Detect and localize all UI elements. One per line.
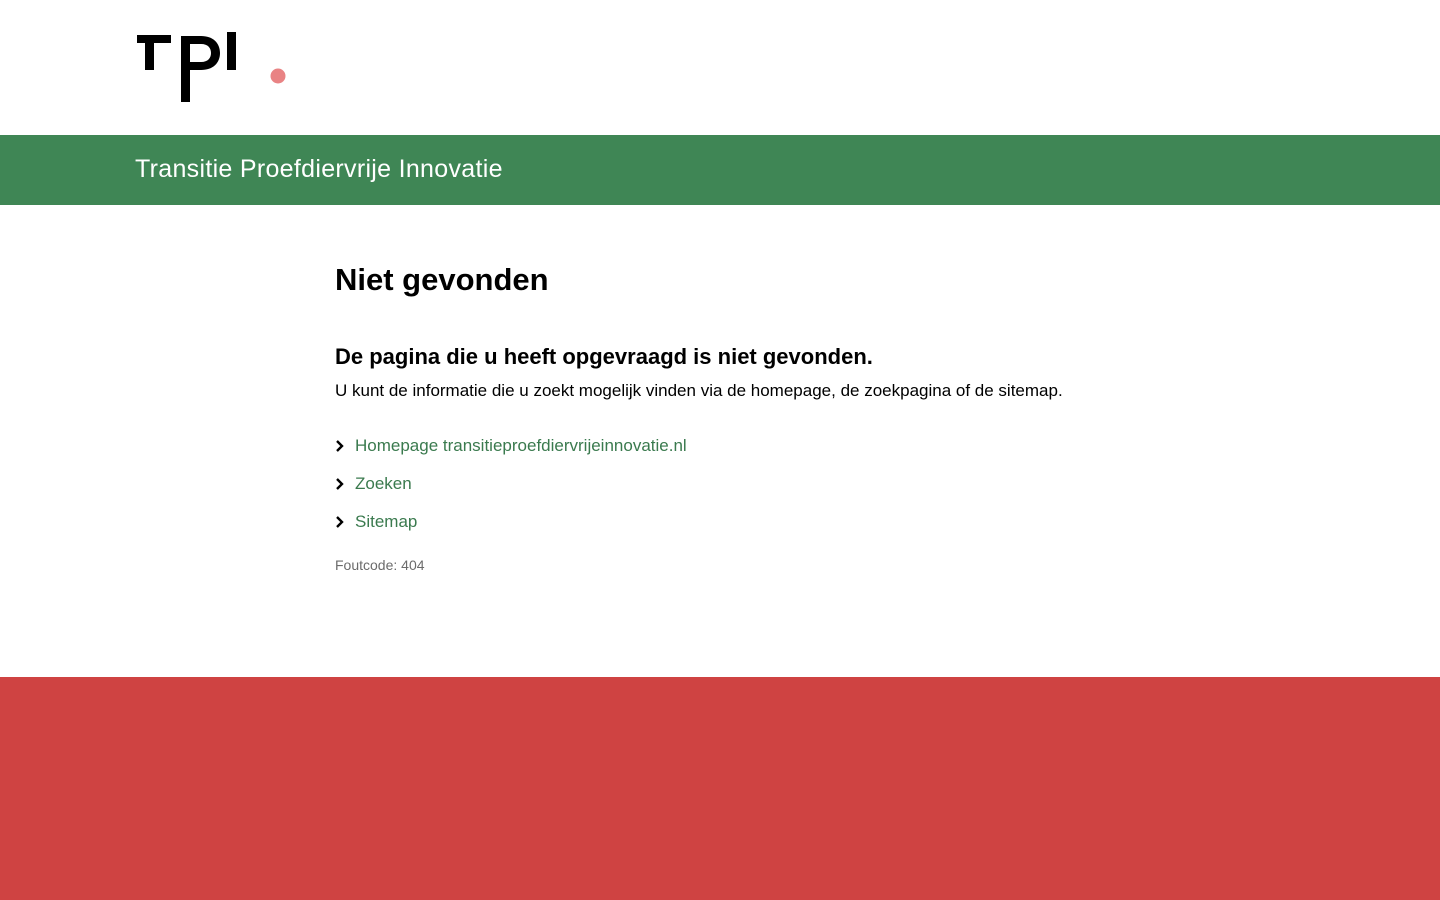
not-found-heading: De pagina die u heeft opgevraagd is niet…: [335, 344, 873, 369]
chevron-right-icon: [335, 440, 355, 452]
header-top: [0, 0, 1440, 135]
site-header: Transitie Proefdiervrije Innovatie: [0, 0, 1440, 205]
list-item: Homepage transitieproefdiervrijeinnovati…: [335, 427, 1235, 465]
helpful-links-list: Homepage transitieproefdiervrijeinnovati…: [335, 427, 1235, 541]
search-link[interactable]: Zoeken: [355, 474, 412, 494]
page-title: Niet gevonden: [335, 262, 549, 297]
tpi-logo[interactable]: [135, 32, 287, 109]
homepage-link[interactable]: Homepage transitieproefdiervrijeinnovati…: [355, 436, 687, 456]
error-code: Foutcode: 404: [335, 557, 425, 573]
site-banner: Transitie Proefdiervrije Innovatie: [0, 135, 1440, 205]
site-footer: [0, 677, 1440, 900]
site-title: Transitie Proefdiervrije Innovatie: [135, 155, 503, 183]
not-found-intro: U kunt de informatie die u zoekt mogelij…: [335, 381, 1063, 400]
list-item: Zoeken: [335, 465, 1235, 503]
sitemap-link[interactable]: Sitemap: [355, 512, 417, 532]
chevron-right-icon: [335, 516, 355, 528]
main-content: Niet gevonden De pagina die u heeft opge…: [335, 262, 1235, 573]
chevron-right-icon: [335, 478, 355, 490]
tpi-logo-mark: [137, 32, 286, 102]
list-item: Sitemap: [335, 503, 1235, 541]
